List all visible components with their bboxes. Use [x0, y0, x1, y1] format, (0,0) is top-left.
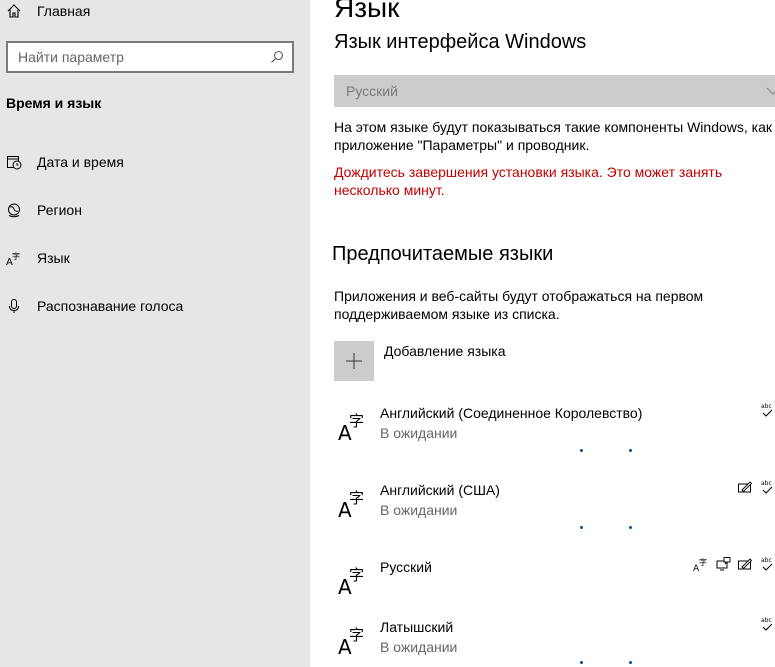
preferred-languages-info: Приложения и веб-сайты будут отображатьс…: [334, 288, 704, 322]
language-features: abc: [759, 616, 775, 636]
plus-icon: [346, 353, 362, 369]
language-status: В ожидании: [380, 502, 458, 518]
sidebar-item-region[interactable]: Регион: [6, 200, 82, 220]
language-item[interactable]: A字 Английский (Соединенное Королевство) …: [334, 402, 775, 472]
sidebar-item-label: Распознавание голоса: [37, 298, 184, 314]
search-input[interactable]: [8, 43, 248, 71]
language-status: В ожидании: [380, 425, 458, 441]
clock-calendar-icon: [6, 154, 22, 170]
install-warning: Дождитесь завершения установки языка. Эт…: [334, 164, 723, 198]
spellcheck-icon: abc: [761, 557, 773, 571]
svg-text:abc: abc: [761, 403, 772, 410]
svg-text:abc: abc: [761, 617, 772, 624]
sidebar-item-label: Дата и время: [37, 154, 124, 170]
handwriting-icon: [738, 558, 753, 570]
language-icon: A字: [6, 250, 22, 266]
handwriting-icon: [738, 481, 753, 493]
microphone-icon: [6, 298, 22, 314]
home-icon: [7, 4, 21, 18]
svg-text:字: 字: [699, 557, 707, 567]
section-title: Время и язык: [6, 95, 102, 111]
preferred-languages-heading: Предпочитаемые языки: [332, 243, 554, 265]
add-language-button[interactable]: [334, 341, 374, 381]
chevron-down-icon: [766, 87, 775, 95]
main-content: Язык Язык интерфейса Windows Русский На …: [310, 0, 775, 667]
interface-language-dropdown[interactable]: Русский: [334, 75, 775, 107]
language-features: abc: [759, 402, 775, 422]
svg-text:abc: abc: [761, 480, 772, 487]
language-features: abc: [737, 479, 775, 499]
language-glyph-icon: A字: [338, 626, 364, 656]
spellcheck-icon: abc: [761, 617, 773, 631]
spellcheck-icon: abc: [761, 403, 773, 417]
language-glyph-icon: A字: [338, 489, 364, 519]
svg-text:字: 字: [349, 566, 364, 584]
home-nav-item[interactable]: Главная: [6, 2, 90, 20]
sidebar-item-label: Язык: [37, 250, 70, 266]
add-language-label[interactable]: Добавление языка: [384, 343, 506, 359]
language-glyph-icon: A字: [338, 566, 364, 596]
interface-language-info: На этом языке будут показываться такие к…: [334, 119, 773, 153]
svg-text:字: 字: [12, 251, 20, 261]
progress-dots: [580, 449, 636, 453]
svg-text:字: 字: [349, 626, 364, 644]
sidebar-item-label: Регион: [37, 202, 82, 218]
language-name: Латышский: [380, 619, 454, 635]
globe-icon: [6, 202, 22, 218]
home-label: Главная: [37, 3, 91, 19]
language-name: Английский (Соединенное Королевство): [380, 405, 643, 421]
language-item[interactable]: A字 Английский (США) В ожидании abc: [334, 479, 775, 549]
language-name: Английский (США): [380, 482, 500, 498]
dropdown-value: Русский: [346, 83, 398, 99]
progress-dots: [580, 661, 636, 665]
display-language-icon: A字: [693, 557, 707, 572]
sidebar-item-speech[interactable]: Распознавание голоса: [6, 296, 183, 316]
language-features: A字 abc: [693, 556, 775, 576]
language-item[interactable]: A字 Латышский В ожидании abc: [334, 616, 775, 667]
interface-language-heading: Язык интерфейса Windows: [334, 31, 587, 53]
svg-text:字: 字: [349, 412, 364, 430]
language-glyph-icon: A字: [338, 412, 364, 442]
sidebar-item-date-time[interactable]: Дата и время: [6, 152, 124, 172]
spellcheck-icon: abc: [761, 480, 773, 494]
sidebar-item-language[interactable]: A字 Язык: [6, 248, 70, 268]
speech-icon: [716, 557, 731, 571]
language-status: В ожидании: [380, 639, 458, 655]
svg-text:字: 字: [349, 489, 364, 507]
progress-dots: [580, 526, 636, 530]
search-box[interactable]: [6, 41, 294, 73]
search-icon[interactable]: [270, 50, 284, 64]
page-title: Язык: [334, 0, 400, 23]
sidebar: Главная Время и язык Дата и время Регион…: [0, 0, 310, 667]
svg-text:abc: abc: [761, 557, 772, 564]
language-name: Русский: [380, 559, 432, 575]
